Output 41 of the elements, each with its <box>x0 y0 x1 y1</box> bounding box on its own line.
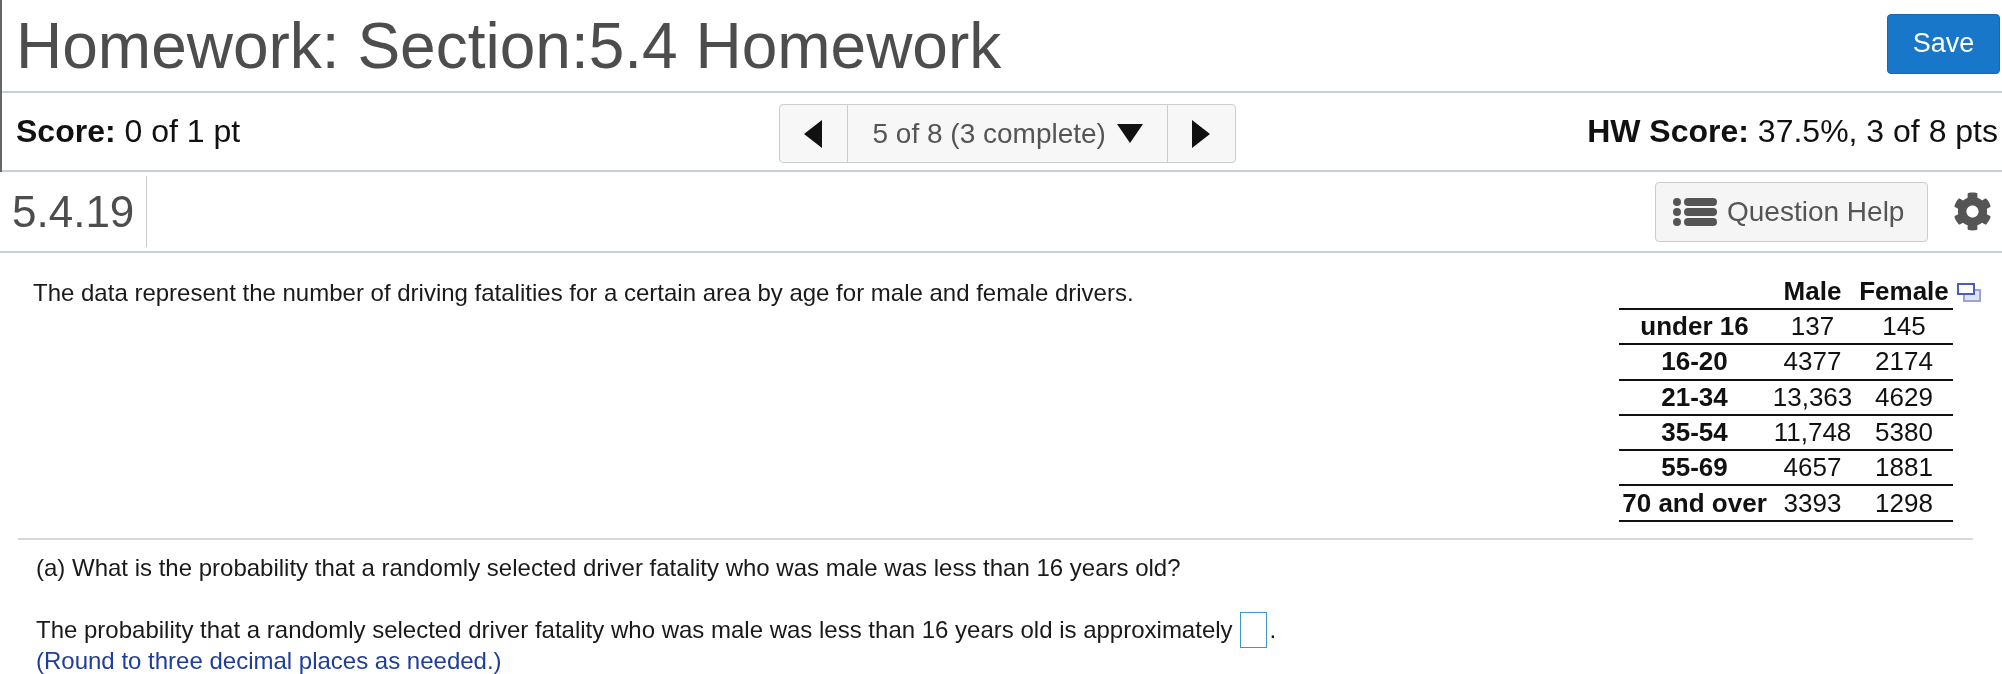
problem-text: The data represent the number of driving fatalities for a certain area by age for male and female drivers. <box>33 279 1134 307</box>
column-header: Male <box>1783 276 1842 307</box>
question-number: 5.4.19 <box>12 176 148 247</box>
right-triangle-icon <box>1192 119 1210 148</box>
left-triangle-icon <box>804 119 822 148</box>
table-cell: 3393 <box>1783 487 1842 519</box>
previous-question-button[interactable] <box>778 104 848 163</box>
table-cell: 11,748 <box>1773 417 1852 449</box>
two-windows-icon[interactable] <box>1957 283 1981 302</box>
row-header: 21-34 <box>1661 381 1728 413</box>
column-header: Female <box>1859 276 1949 307</box>
table-cell: 4629 <box>1875 381 1933 413</box>
table-cell: 1298 <box>1875 487 1933 519</box>
table-cell: 4657 <box>1783 452 1842 484</box>
score-text: Score: 0 of 1 pt <box>16 113 241 150</box>
question-help-button[interactable]: Question Help <box>1655 181 1928 242</box>
settings-icon[interactable] <box>1953 192 1992 231</box>
table-cell: 2174 <box>1875 346 1933 378</box>
answer-box[interactable] <box>1239 611 1267 648</box>
question-selector[interactable]: 5 of 8 (3 complete) <box>846 104 1168 163</box>
answer-prompt: The probability that a randomly selected driver fatality who was male was less than 16 years old is approximately <box>36 615 1233 644</box>
period-text: . <box>1269 615 1277 644</box>
table-cell: 13,363 <box>1772 381 1853 413</box>
hint-text: (Round to three decimal places as needed.) <box>36 647 503 674</box>
hw-score-text: HW Score: 37.5%, 3 of 8 pts <box>1587 113 1998 150</box>
question-text: (a) What is the probability that a randomly selected driver fatality who was male was less than 16 years old? <box>36 553 1182 582</box>
row-header: under 16 <box>1640 311 1749 343</box>
table-cell: 1881 <box>1875 452 1933 484</box>
table-cell: 145 <box>1882 311 1926 343</box>
next-question-button[interactable] <box>1166 104 1236 163</box>
row-header: 70 and over <box>1622 487 1767 519</box>
caret-icon <box>1116 124 1143 143</box>
table-cell: 5380 <box>1875 417 1933 449</box>
row-header: 35-54 <box>1661 417 1728 449</box>
table-cell: 4377 <box>1783 346 1842 378</box>
table-cell: 137 <box>1790 311 1835 343</box>
row-header: 55-69 <box>1661 452 1728 484</box>
save-button[interactable]: Save <box>1887 13 2000 74</box>
list-icon <box>1673 197 1717 226</box>
page-title: Homework: Section:5.4 Homework <box>16 13 1002 78</box>
row-header: 16-20 <box>1661 346 1728 378</box>
